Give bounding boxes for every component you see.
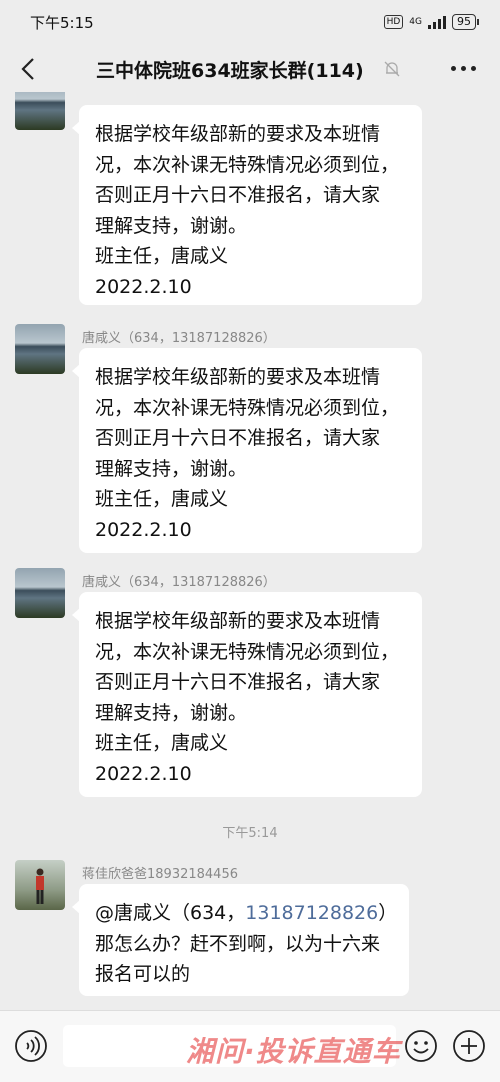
message-line: 否则正月十六日不准报名，请大家 xyxy=(95,184,381,206)
back-arrow-icon[interactable] xyxy=(14,54,44,84)
network-type: 4G xyxy=(409,17,422,27)
message-list[interactable]: 根据学校年级部新的要求及本班情 况，本次补课无特殊情况必须到位， 否则正月十六日… xyxy=(0,92,500,1010)
message-line: 根据学校年级部新的要求及本班情 xyxy=(95,366,381,388)
message-line: 班主任，唐咸义 xyxy=(95,732,229,754)
message-line: 况，本次补课无特殊情况必须到位， xyxy=(95,153,400,176)
message-line: 2022.2.10 xyxy=(95,518,192,541)
message-bubble[interactable]: @唐咸义（634，13187128826） 那怎么办？赶不到啊，以为十六来 报名… xyxy=(72,884,409,996)
status-icons: HD 4G 95 xyxy=(383,14,479,30)
message-line: 2022.2.10 xyxy=(95,762,192,785)
sender-name: 蒋佳欣爸爸18932184456 xyxy=(82,867,238,882)
message-line: 理解支持，谢谢。 xyxy=(95,457,248,480)
chat-header: 三中体院班634班家长群(114) xyxy=(0,44,500,92)
status-time: 下午5:15 xyxy=(30,13,94,32)
message-line: 报名可以的 xyxy=(95,963,191,985)
time-divider: 下午5:14 xyxy=(222,826,278,841)
mention-suffix: ） xyxy=(378,902,398,924)
person-figure xyxy=(36,868,44,904)
mention-prefix: @唐咸义（634， xyxy=(95,902,246,924)
avatar[interactable] xyxy=(15,324,65,374)
status-bar: 下午5:15 HD 4G 95 xyxy=(0,0,500,44)
message-line: 况，本次补课无特殊情况必须到位， xyxy=(95,396,400,419)
sender-name: 唐咸义（634，13187128826） xyxy=(82,331,276,346)
message-line: 根据学校年级部新的要求及本班情 xyxy=(95,610,381,632)
message-bubble[interactable]: 根据学校年级部新的要求及本班情 况，本次补课无特殊情况必须到位， 否则正月十六日… xyxy=(72,348,422,553)
message-bubble[interactable]: 根据学校年级部新的要求及本班情 况，本次补课无特殊情况必须到位， 否则正月十六日… xyxy=(72,105,422,305)
avatar[interactable] xyxy=(15,860,65,910)
message-line: 那怎么办？赶不到啊，以为十六来 xyxy=(95,932,381,955)
plus-icon[interactable] xyxy=(452,1029,486,1063)
message-line: 班主任，唐咸义 xyxy=(95,245,229,267)
emoji-icon[interactable] xyxy=(404,1029,438,1063)
battery-icon: 95 xyxy=(452,14,479,30)
signal-icon xyxy=(428,15,446,29)
message-line: 否则正月十六日不准报名，请大家 xyxy=(95,671,381,693)
mute-bell-icon xyxy=(384,61,400,77)
more-options-icon[interactable] xyxy=(451,66,476,71)
hd-icon: HD xyxy=(383,15,404,29)
message-line: 况，本次补课无特殊情况必须到位， xyxy=(95,640,400,663)
message-line: 2022.2.10 xyxy=(95,275,192,298)
message-line: 班主任，唐咸义 xyxy=(95,488,229,510)
chat-title: 三中体院班634班家长群(114) xyxy=(96,60,364,82)
watermark: 湘问·投诉直通车 xyxy=(186,1035,401,1068)
message-bubble[interactable]: 根据学校年级部新的要求及本班情 况，本次补课无特殊情况必须到位， 否则正月十六日… xyxy=(72,592,422,797)
message-line: @唐咸义（634，13187128826） xyxy=(95,898,397,929)
avatar[interactable] xyxy=(15,568,65,618)
message-line: 否则正月十六日不准报名，请大家 xyxy=(95,427,381,449)
message-line: 理解支持，谢谢。 xyxy=(95,701,248,724)
avatar[interactable] xyxy=(15,92,65,130)
phone-link[interactable]: 13187128826 xyxy=(245,902,378,924)
message-line: 理解支持，谢谢。 xyxy=(95,214,248,237)
voice-icon[interactable] xyxy=(14,1029,48,1063)
message-line: 根据学校年级部新的要求及本班情 xyxy=(95,123,381,145)
sender-name: 唐咸义（634，13187128826） xyxy=(82,575,276,590)
